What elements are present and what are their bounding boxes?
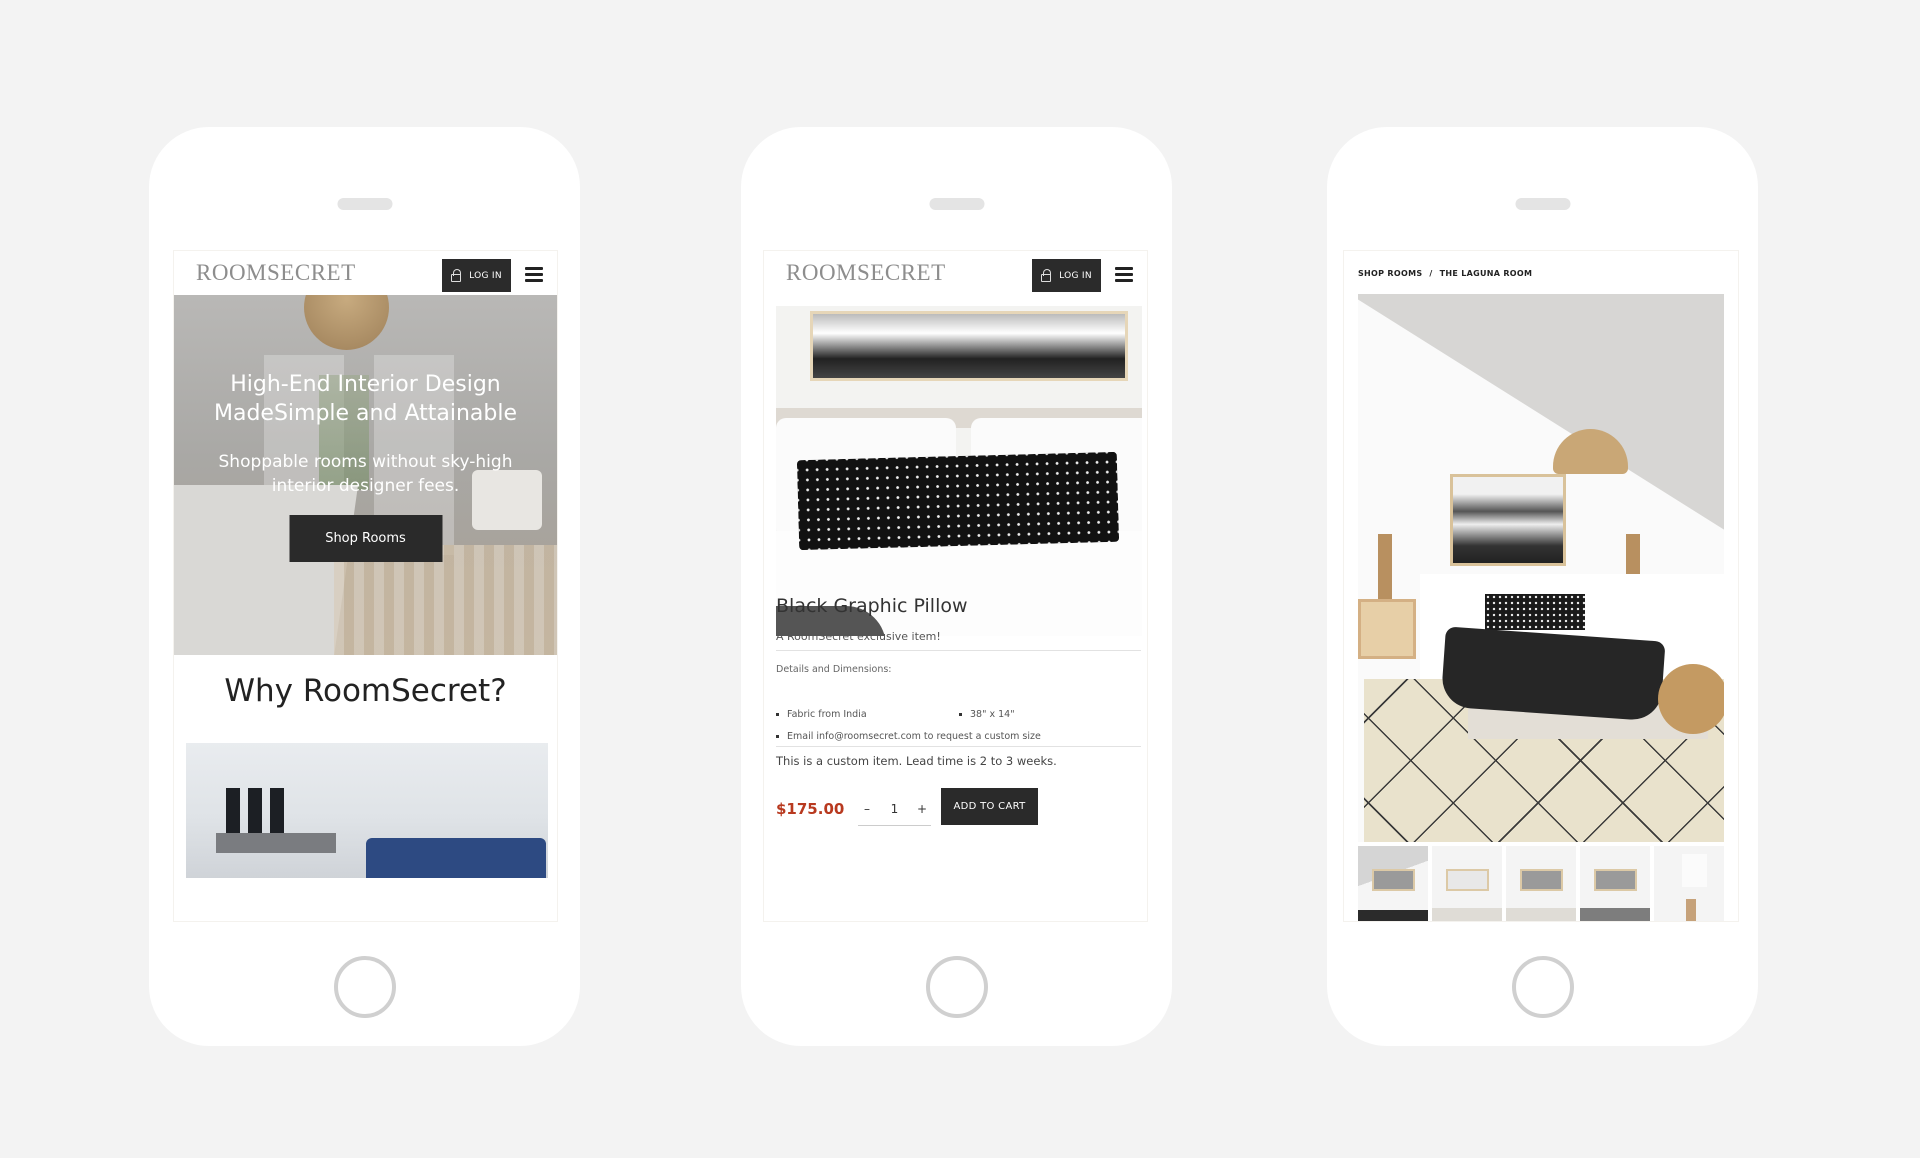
- site-header: ROOMSECRET LOG IN: [174, 251, 557, 295]
- room-thumbnail[interactable]: [1358, 846, 1428, 921]
- hero-banner: High-End Interior Design MadeSimple and …: [174, 295, 557, 655]
- breadcrumb-current: THE LAGUNA ROOM: [1439, 269, 1533, 278]
- lock-icon: [451, 269, 462, 282]
- lead-time-note: This is a custom item. Lead time is 2 to…: [776, 754, 1057, 768]
- hamburger-icon[interactable]: [525, 267, 543, 282]
- add-to-cart-button[interactable]: ADD TO CART: [941, 788, 1038, 825]
- home-button[interactable]: [925, 956, 988, 1018]
- phone-room: SHOP ROOMS / THE LAGUNA ROOM: [1327, 127, 1758, 1046]
- divider: [776, 650, 1141, 651]
- product-title: Black Graphic Pillow: [776, 595, 968, 617]
- qty-decrement-button[interactable]: –: [858, 802, 876, 816]
- detail-bullet: 38" x 14": [959, 709, 1015, 720]
- product-screen: ROOMSECRET LOG IN Black Graphic Pillow A…: [764, 251, 1147, 921]
- hero-title: High-End Interior Design MadeSimple and …: [213, 372, 517, 426]
- breadcrumb: SHOP ROOMS / THE LAGUNA ROOM: [1358, 269, 1532, 278]
- logo[interactable]: ROOMSECRET: [196, 260, 356, 286]
- room-thumbnail[interactable]: [1580, 846, 1650, 921]
- hero-subtitle: Shoppable rooms without sky-high interio…: [218, 452, 513, 496]
- detail-bullet: Fabric from India: [776, 709, 867, 720]
- breadcrumb-shop-rooms[interactable]: SHOP ROOMS: [1358, 269, 1422, 278]
- thumbnail-strip: [1358, 846, 1724, 921]
- room-main-image: [1358, 294, 1724, 842]
- home-screen: ROOMSECRET LOG IN High-End Interior Desi…: [174, 251, 557, 921]
- breadcrumb-separator: /: [1429, 269, 1433, 278]
- room-screen: SHOP ROOMS / THE LAGUNA ROOM: [1344, 251, 1738, 921]
- login-button[interactable]: LOG IN: [442, 259, 511, 292]
- product-image: [776, 306, 1142, 636]
- room-thumbnail[interactable]: [1654, 846, 1724, 921]
- login-label: LOG IN: [469, 270, 502, 281]
- living-room-image: [186, 743, 548, 878]
- phone-speaker: [337, 198, 392, 210]
- lock-icon: [1041, 269, 1052, 282]
- phone-speaker: [929, 198, 984, 210]
- shop-rooms-button[interactable]: Shop Rooms: [289, 515, 442, 562]
- quantity-stepper: – 1 +: [858, 793, 931, 826]
- why-heading: Why RoomSecret?: [224, 673, 507, 709]
- qty-increment-button[interactable]: +: [913, 802, 931, 816]
- phone-home: ROOMSECRET LOG IN High-End Interior Desi…: [149, 127, 580, 1046]
- home-button[interactable]: [1511, 956, 1574, 1018]
- login-button[interactable]: LOG IN: [1032, 259, 1101, 292]
- qty-input[interactable]: 1: [886, 802, 904, 816]
- price: $175.00: [776, 800, 845, 818]
- home-button[interactable]: [333, 956, 396, 1018]
- detail-bullet: Email info@roomsecret.com to request a c…: [776, 731, 1041, 742]
- divider: [776, 746, 1141, 747]
- phone-speaker: [1515, 198, 1570, 210]
- site-header: ROOMSECRET LOG IN: [764, 251, 1147, 295]
- product-subtitle: A RoomSecret exclusive item!: [776, 630, 941, 643]
- details-label: Details and Dimensions:: [776, 664, 892, 675]
- logo[interactable]: ROOMSECRET: [786, 260, 946, 286]
- room-thumbnail[interactable]: [1506, 846, 1576, 921]
- login-label: LOG IN: [1059, 270, 1092, 281]
- room-thumbnail[interactable]: [1432, 846, 1502, 921]
- hamburger-icon[interactable]: [1115, 267, 1133, 282]
- phone-product: ROOMSECRET LOG IN Black Graphic Pillow A…: [741, 127, 1172, 1046]
